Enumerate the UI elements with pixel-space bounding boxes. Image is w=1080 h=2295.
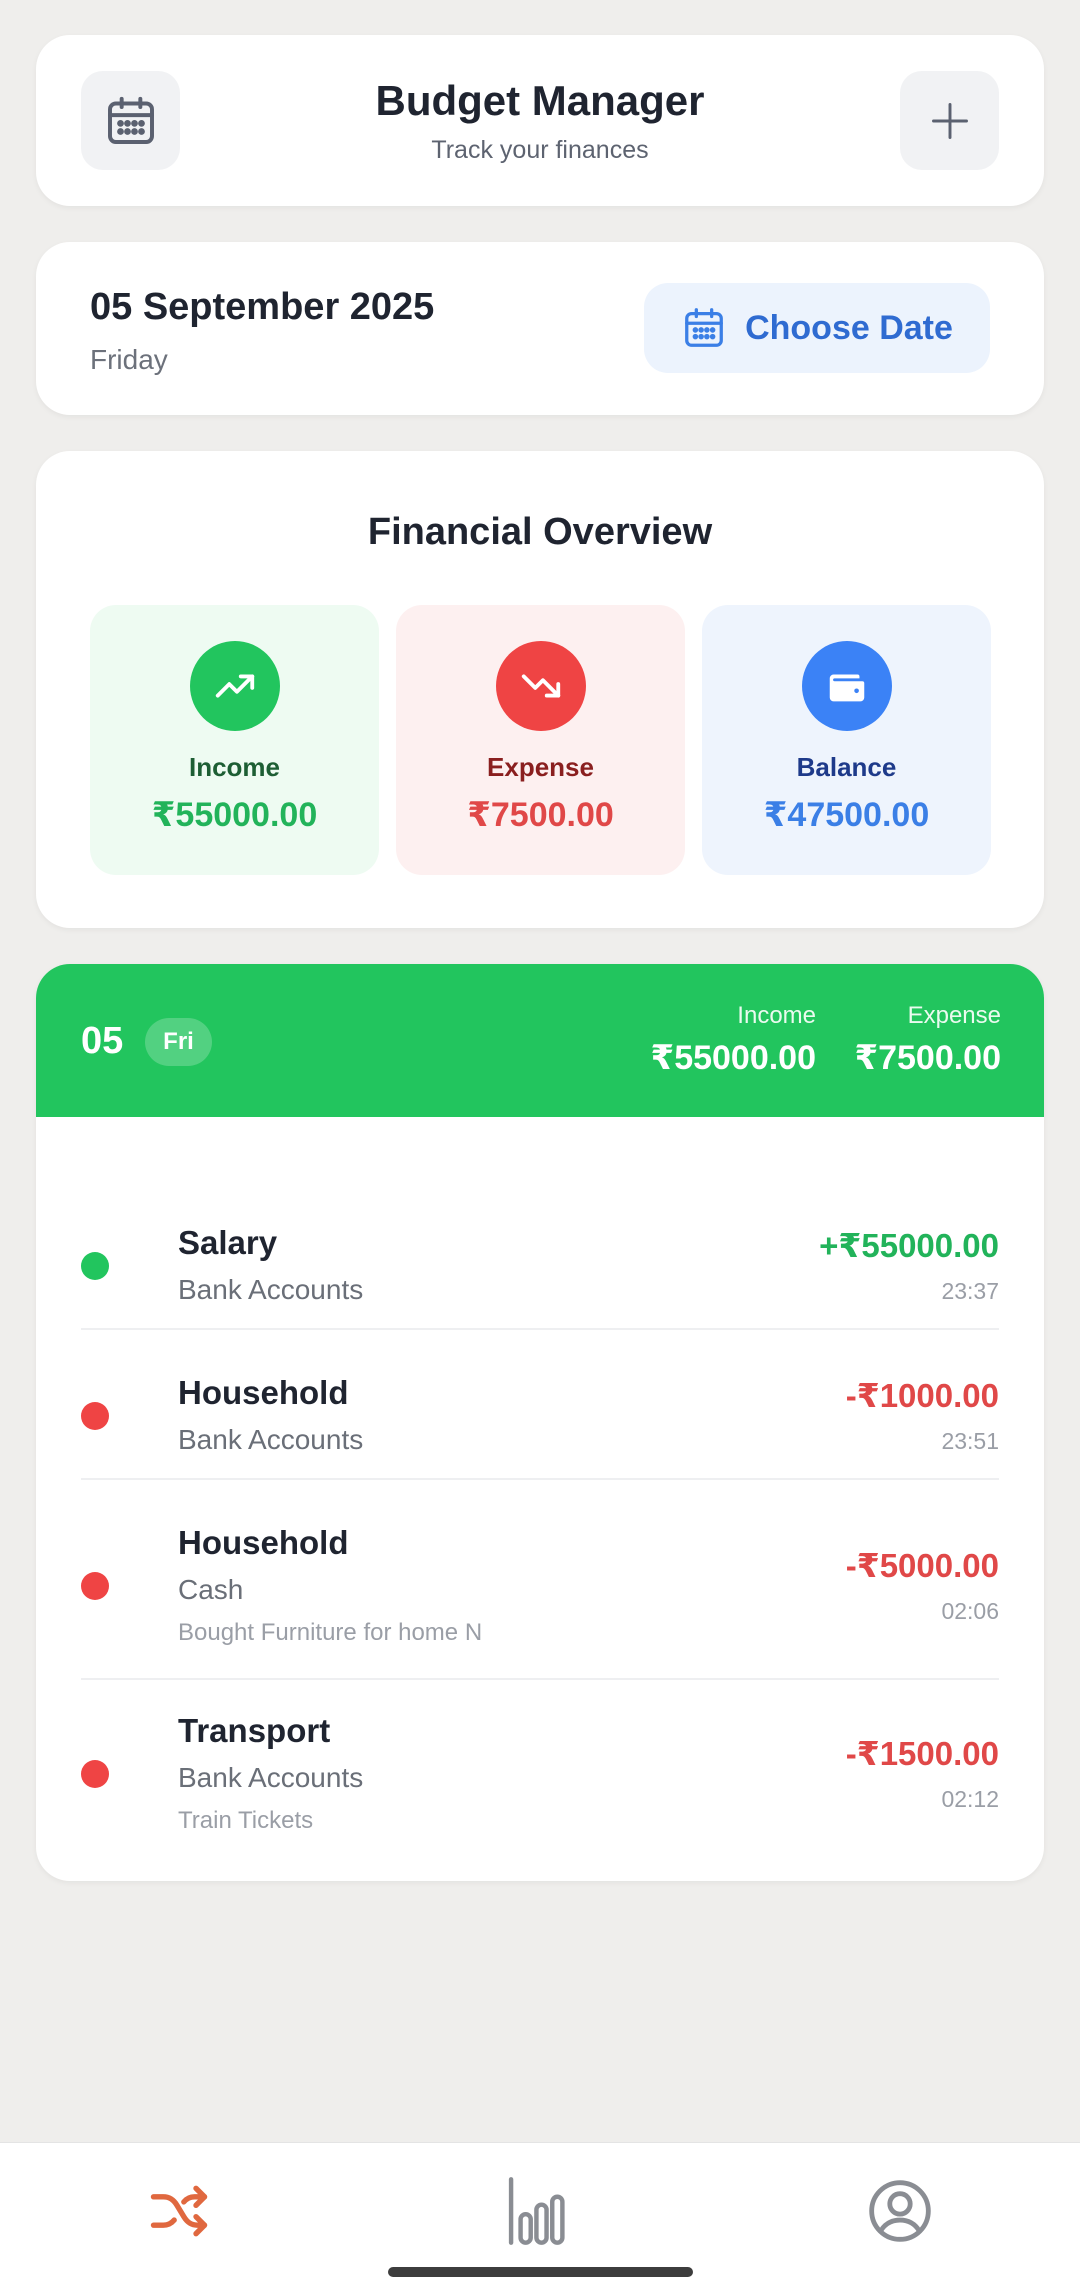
transaction-account: Bank Accounts [178,1274,364,1305]
transaction-time: 23:37 [941,1278,999,1304]
weekday-badge: Fri [145,1018,212,1066]
home-indicator[interactable] [388,2267,693,2277]
date-card: 05 September 2025 Friday Choose Date [36,242,1044,415]
header-card: Budget Manager Track your finances [36,35,1044,206]
balance-label: Balance [796,752,897,782]
profile-icon [869,2180,931,2242]
choose-date-button[interactable]: Choose Date [644,283,990,373]
transaction-time: 02:12 [941,1786,999,1812]
transaction-category: Transport [178,1712,331,1749]
transaction-row[interactable]: Household Bank Accounts -₹1000.00 23:51 [81,1344,999,1494]
shuffle-icon [150,2185,208,2237]
transaction-note: Bought Furniture for home N [178,1619,483,1646]
nav-statistics[interactable] [498,2171,578,2251]
choose-date-label: Choose Date [745,308,953,347]
nav-profile[interactable] [860,2171,940,2251]
trending-down-icon [521,674,561,698]
add-transaction-button[interactable] [900,71,999,170]
day-header: 05 Fri Income ₹55000.00 Expense ₹7500.00 [36,964,1044,1117]
balance-icon-circle [802,641,892,731]
day-expense-label: Expense [907,1002,1001,1029]
transaction-amount: +₹55000.00 [819,1227,999,1264]
financial-overview-card: Financial Overview Income ₹55000.00 Expe… [36,451,1044,928]
expense-dot [81,1760,109,1788]
day-expense-value: ₹7500.00 [854,1039,1001,1077]
transaction-time: 23:51 [941,1428,999,1454]
transaction-time: 02:06 [941,1598,999,1624]
transaction-account: Cash [178,1574,244,1605]
expense-label: Expense [487,752,594,782]
expense-value: ₹7500.00 [467,796,614,834]
nav-transactions[interactable] [139,2171,219,2251]
transaction-row[interactable]: Transport Bank Accounts Train Tickets -₹… [81,1682,999,1872]
plus-icon [931,102,968,139]
balance-value: ₹47500.00 [763,796,930,834]
expense-summary: Expense ₹7500.00 [396,605,685,875]
selected-weekday: Friday [90,344,168,375]
day-number: 05 [81,1020,124,1062]
bar-chart-icon [508,2177,565,2245]
transaction-account: Bank Accounts [178,1762,364,1793]
balance-summary: Balance ₹47500.00 [702,605,991,875]
day-income-value: ₹55000.00 [650,1039,816,1077]
calendar-icon [685,308,723,347]
transaction-amount: -₹1000.00 [845,1377,999,1414]
app-title: Budget Manager [375,77,705,124]
transaction-category: Household [178,1374,349,1411]
selected-date: 05 September 2025 [90,286,435,328]
transaction-category: Household [178,1524,349,1561]
wallet-icon [829,674,865,702]
day-income-label: Income [737,1002,816,1029]
income-label: Income [188,752,281,782]
app-subtitle: Track your finances [431,136,649,164]
row-divider [81,1678,999,1680]
transaction-row[interactable]: Salary Bank Accounts +₹55000.00 23:37 [81,1194,999,1344]
income-icon-circle [190,641,280,731]
transaction-category: Salary [178,1224,278,1261]
transaction-amount: -₹5000.00 [845,1547,999,1584]
expense-dot [81,1572,109,1600]
transaction-account: Bank Accounts [178,1424,364,1455]
transaction-row[interactable]: Household Cash Bought Furniture for home… [81,1494,999,1684]
overview-title: Financial Overview [367,511,713,553]
expense-icon-circle [496,641,586,731]
row-divider [81,1478,999,1480]
income-dot [81,1252,109,1280]
transaction-amount: -₹1500.00 [845,1735,999,1772]
income-value: ₹55000.00 [151,796,318,834]
income-summary: Income ₹55000.00 [90,605,379,875]
row-divider [81,1328,999,1330]
day-transactions-card: 05 Fri Income ₹55000.00 Expense ₹7500.00… [36,964,1044,1881]
trending-up-icon [215,674,255,698]
transaction-note: Train Tickets [178,1807,314,1834]
expense-dot [81,1402,109,1430]
